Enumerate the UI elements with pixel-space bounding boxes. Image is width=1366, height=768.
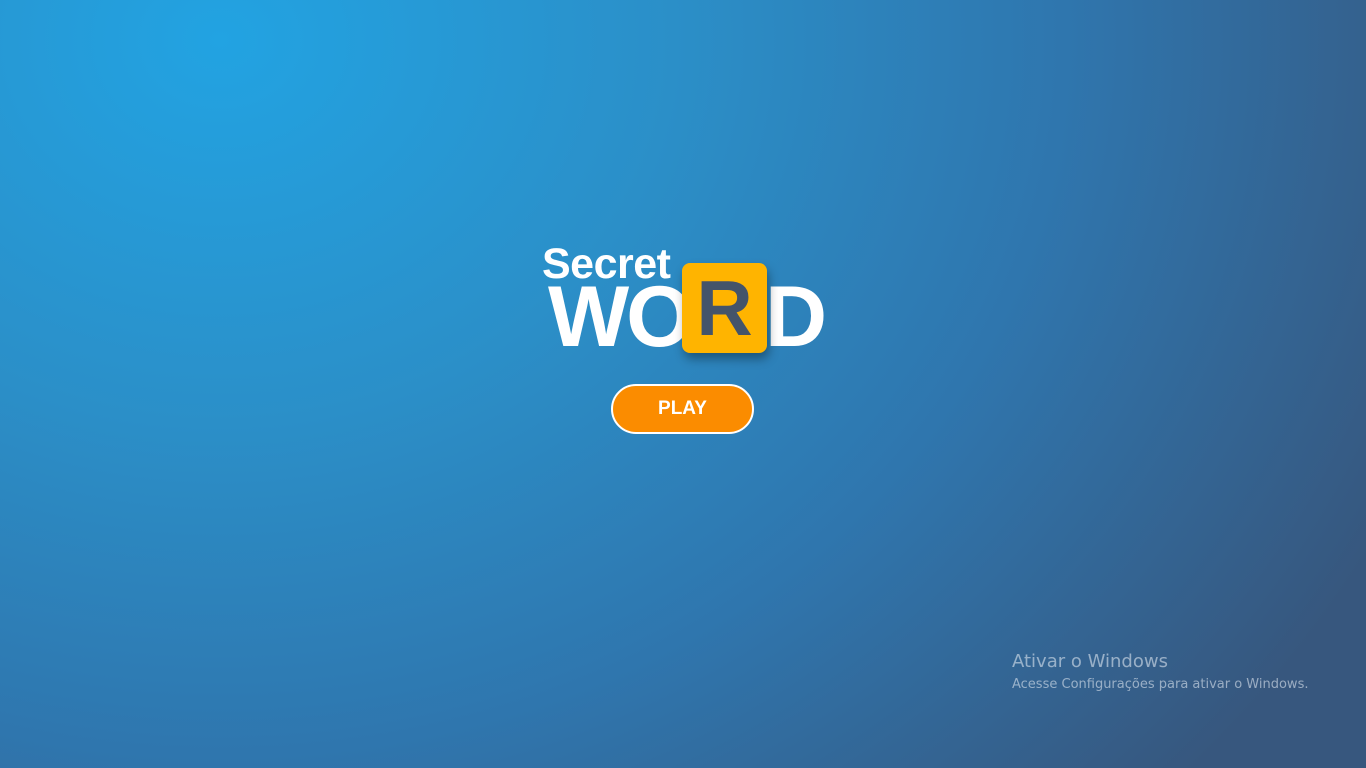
watermark-subtitle: Acesse Configurações para ativar o Windo… (1012, 677, 1309, 692)
logo-word-left: WO (548, 269, 693, 365)
play-button[interactable]: PLAY (611, 384, 754, 434)
logo-tile-letter: R (696, 264, 753, 352)
logo-word-right: D (765, 269, 827, 365)
logo-letter-tile: R (682, 263, 767, 353)
game-logo: Secret WO R D (540, 238, 830, 365)
watermark-title: Ativar o Windows (1012, 651, 1168, 672)
windows-activation-watermark: Ativar o Windows Acesse Configurações pa… (1012, 650, 1308, 696)
